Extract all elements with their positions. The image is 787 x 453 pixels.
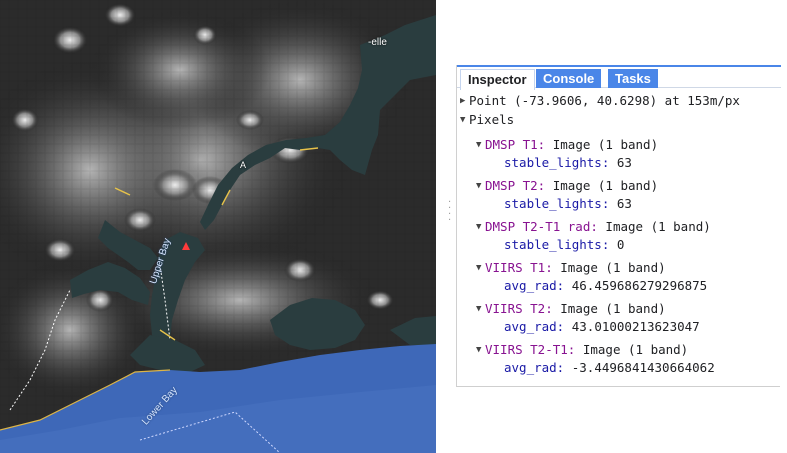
- collapse-arrow-icon[interactable]: ▼: [476, 301, 485, 317]
- band-name: avg_rad:: [504, 319, 565, 334]
- layer-name: DMSP T1:: [485, 137, 546, 152]
- panel-tab-bar: Inspector Console Tasks: [457, 65, 781, 90]
- point-row[interactable]: ▶ Point (-73.9606, 40.6298) at 153m/px: [460, 93, 740, 109]
- panel-resize-handle[interactable]: · · · ·: [448, 198, 454, 230]
- layer-desc: Image (1 band): [552, 137, 659, 152]
- layer-row-viirs-t2[interactable]: ▼ VIIRS T2: Image (1 band): [476, 301, 666, 317]
- band-value: 63: [616, 155, 632, 170]
- band-name: avg_rad:: [504, 278, 565, 293]
- band-row: stable_lights: 0: [504, 237, 624, 253]
- collapse-arrow-icon[interactable]: ▼: [476, 342, 485, 358]
- band-name: stable_lights:: [504, 196, 610, 211]
- tab-console[interactable]: Console: [536, 69, 602, 88]
- band-row: stable_lights: 63: [504, 196, 632, 212]
- inspector-panel: Inspector Console Tasks ▶ Point (-73.9606…: [456, 65, 781, 387]
- layer-name: VIIRS T2:: [485, 301, 553, 316]
- collapse-arrow-icon[interactable]: ▼: [476, 219, 485, 235]
- layer-row-viirs-t1[interactable]: ▼ VIIRS T1: Image (1 band): [476, 260, 666, 276]
- place-label: -elle: [368, 37, 387, 48]
- band-row: avg_rad: -3.4496841430664062: [504, 360, 715, 376]
- night-lights-map: [0, 0, 436, 453]
- layer-desc: Image (1 band): [552, 178, 659, 193]
- layer-name: VIIRS T1:: [485, 260, 553, 275]
- layer-desc: Image (1 band): [560, 301, 666, 316]
- layer-row-dmsp-diff[interactable]: ▼ DMSP T2-T1 rad: Image (1 band): [476, 219, 711, 235]
- layer-desc: Image (1 band): [582, 342, 689, 357]
- band-value: 43.01000213623047: [571, 319, 700, 334]
- layer-row-dmsp-t2[interactable]: ▼ DMSP T2: Image (1 band): [476, 178, 658, 194]
- band-row: avg_rad: 43.01000213623047: [504, 319, 700, 335]
- band-row: stable_lights: 63: [504, 155, 632, 171]
- place-label-a: A: [240, 160, 247, 170]
- expand-arrow-icon[interactable]: ▶: [460, 93, 469, 109]
- band-name: stable_lights:: [504, 155, 610, 170]
- band-row: avg_rad: 46.459686279296875: [504, 278, 707, 294]
- band-name: avg_rad:: [504, 360, 565, 375]
- layer-name: DMSP T2-T1 rad:: [485, 219, 598, 234]
- layer-name: VIIRS T2-T1:: [485, 342, 576, 357]
- pixels-label: Pixels: [469, 112, 515, 127]
- collapse-arrow-icon[interactable]: ▼: [476, 137, 485, 153]
- collapse-arrow-icon[interactable]: ▼: [460, 112, 469, 128]
- collapse-arrow-icon[interactable]: ▼: [476, 178, 485, 194]
- pixels-row[interactable]: ▼ Pixels: [460, 112, 514, 128]
- tab-tasks[interactable]: Tasks: [608, 69, 658, 88]
- tab-inspector[interactable]: Inspector: [460, 69, 535, 90]
- band-value: -3.4496841430664062: [571, 360, 715, 375]
- layer-desc: Image (1 band): [605, 219, 711, 234]
- band-value: 0: [616, 237, 625, 252]
- band-name: stable_lights:: [504, 237, 610, 252]
- layer-name: DMSP T2:: [485, 178, 546, 193]
- band-value: 46.459686279296875: [571, 278, 708, 293]
- layer-row-dmsp-t1[interactable]: ▼ DMSP T1: Image (1 band): [476, 137, 658, 153]
- band-value: 63: [616, 196, 632, 211]
- map-view[interactable]: Upper Bay Lower Bay -elle A: [0, 0, 436, 453]
- layer-desc: Image (1 band): [560, 260, 666, 275]
- collapse-arrow-icon[interactable]: ▼: [476, 260, 485, 276]
- layer-row-viirs-diff[interactable]: ▼ VIIRS T2-T1: Image (1 band): [476, 342, 688, 358]
- point-text: Point (-73.9606, 40.6298) at 153m/px: [469, 93, 740, 108]
